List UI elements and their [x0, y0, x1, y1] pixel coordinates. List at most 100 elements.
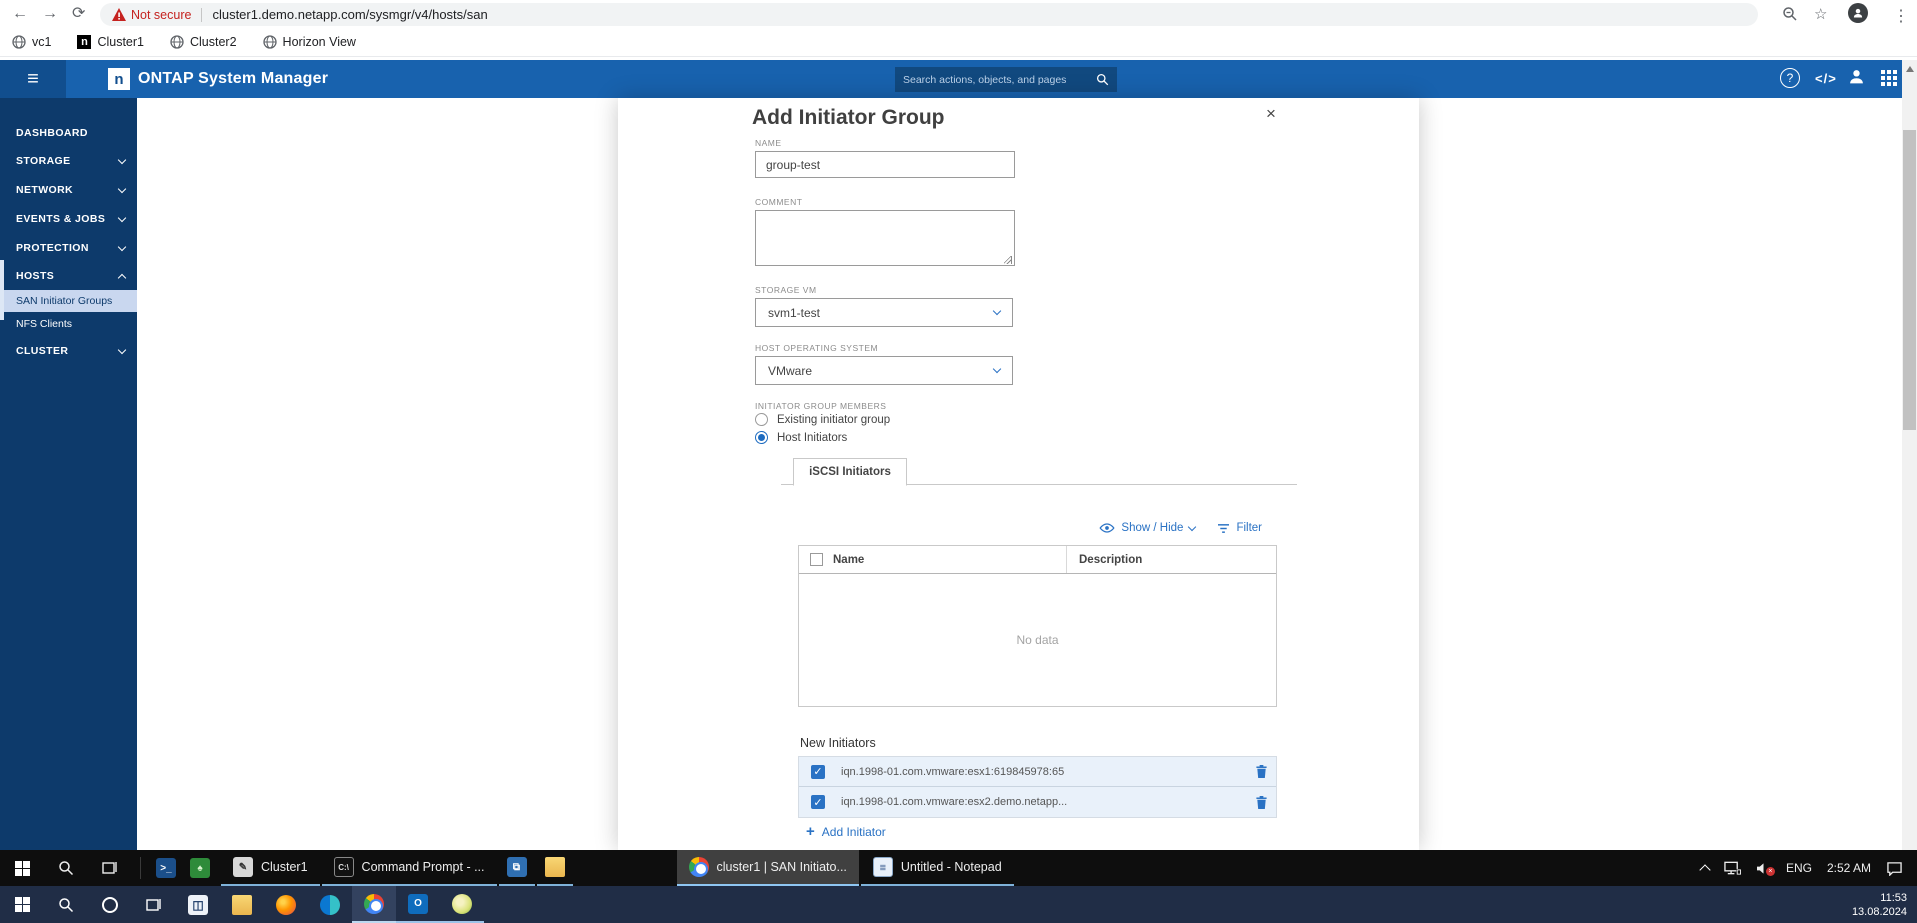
taskbar-button-edge[interactable]	[308, 886, 352, 923]
browser-menu-icon[interactable]: ⋮	[1893, 3, 1909, 30]
windows-logo-icon	[14, 860, 30, 876]
checked-checkbox[interactable]: ✓	[811, 764, 825, 779]
storage-vm-select[interactable]: svm1-test	[755, 298, 1013, 327]
delete-initiator-button[interactable]	[1246, 764, 1276, 779]
bookmark-cluster2[interactable]: Cluster2	[170, 35, 237, 49]
sidebar-item-hosts[interactable]: HOSTS	[0, 263, 137, 289]
start-button[interactable]	[0, 850, 44, 886]
sidebar-item-storage[interactable]: STORAGE	[0, 148, 137, 174]
textarea-resize-handle[interactable]	[1004, 256, 1012, 264]
address-divider	[201, 7, 203, 22]
taskbar-button-chrome-san-initiators[interactable]: cluster1 | SAN Initiato...	[676, 850, 859, 886]
taskbar-search-button[interactable]	[44, 886, 88, 923]
chevron-down-icon	[992, 306, 1002, 316]
start-button[interactable]	[0, 886, 44, 923]
filter-button[interactable]: Filter	[1217, 522, 1262, 534]
radio-existing-initiator-group[interactable]: Existing initiator group	[755, 413, 890, 426]
host-taskbar: ◫ O 11:53 13.08.2024	[0, 886, 1917, 923]
host-os-label: HOST OPERATING SYSTEM	[755, 343, 879, 353]
rest-api-icon[interactable]: </>	[1815, 68, 1837, 88]
name-input[interactable]	[755, 151, 1015, 178]
chevron-down-icon	[117, 155, 127, 164]
host-os-select[interactable]: VMware	[755, 356, 1013, 385]
sidebar-item-dashboard[interactable]: DASHBOARD	[0, 120, 137, 146]
browser-profile-avatar[interactable]	[1848, 3, 1868, 23]
tray-expand-icon[interactable]	[1699, 864, 1711, 876]
radio-host-initiators[interactable]: Host Initiators	[755, 431, 847, 444]
bookmark-label: Horizon View	[282, 34, 356, 49]
task-view-button[interactable]	[88, 850, 132, 886]
sidebar-item-protection[interactable]: PROTECTION	[0, 235, 137, 261]
taskbar-button-notepad[interactable]: ≣ Untitled - Notepad	[860, 850, 1014, 886]
bookmark-label: Cluster2	[190, 34, 237, 49]
list-item[interactable]: ✓ iqn.1998-01.com.vmware:esx2.demo.netap…	[799, 787, 1276, 817]
select-all-checkbox[interactable]	[809, 553, 823, 566]
volume-muted-icon[interactable]: ×	[1756, 862, 1775, 876]
taskbar-button-mremoteng[interactable]	[440, 886, 484, 923]
comment-textarea[interactable]	[755, 210, 1015, 266]
powershell-pinned-icon[interactable]: >_	[149, 850, 183, 886]
edge-icon	[320, 894, 340, 915]
bookmark-vc1[interactable]: vc1	[12, 35, 51, 49]
taskbar-button-cluster1[interactable]: ✎ Cluster1	[221, 850, 320, 886]
taskbar-button-firefox[interactable]	[264, 886, 308, 923]
sidebar-item-network[interactable]: NETWORK	[0, 177, 137, 203]
plus-icon: +	[806, 823, 815, 840]
checked-checkbox[interactable]: ✓	[811, 795, 825, 809]
apps-grid-icon[interactable]	[1881, 70, 1897, 86]
tab-iscsi-initiators[interactable]: iSCSI Initiators	[793, 458, 907, 486]
taskbar-button-outlook[interactable]: O	[396, 886, 440, 923]
browser-reload-icon[interactable]: ⟳	[72, 0, 85, 27]
cortana-button[interactable]	[88, 886, 132, 923]
close-icon[interactable]: ×	[1266, 104, 1276, 124]
user-icon[interactable]	[1848, 68, 1865, 85]
sidebar-item-cluster[interactable]: CLUSTER	[0, 338, 137, 364]
sidebar-item-nfs-clients[interactable]: NFS Clients	[0, 313, 137, 335]
task-view-button[interactable]	[132, 886, 176, 923]
list-item[interactable]: ✓ iqn.1998-01.com.vmware:esx1:619845978:…	[799, 757, 1276, 787]
person-icon	[1853, 8, 1863, 18]
browser-back-icon[interactable]: ←	[12, 0, 28, 27]
scrollbar-up-arrow[interactable]	[1906, 66, 1914, 72]
global-search[interactable]	[895, 67, 1117, 92]
sidebar-subitem-label: NFS Clients	[16, 318, 73, 330]
taskbar-button-file-explorer[interactable]	[220, 886, 264, 923]
action-center-icon[interactable]	[1886, 861, 1903, 876]
command-prompt-icon: C:\	[333, 857, 354, 877]
taskbar-button-file-explorer[interactable]	[536, 850, 573, 886]
browser-forward-icon[interactable]: →	[42, 0, 58, 27]
taskbar-button-virtualbox[interactable]: ◫	[176, 886, 220, 923]
search-icon[interactable]	[1096, 73, 1109, 86]
taskbar-button-command-prompt[interactable]: C:\ Command Prompt - ...	[321, 850, 497, 886]
bookmark-horizon-view[interactable]: Horizon View	[262, 34, 356, 49]
hamburger-menu-icon[interactable]: ≡	[0, 60, 66, 98]
address-bar[interactable]: Not secure cluster1.demo.netapp.com/sysm…	[100, 3, 1758, 26]
delete-initiator-button[interactable]	[1246, 795, 1276, 810]
taskbar-button-chrome[interactable]	[352, 886, 396, 923]
active-section-indicator	[0, 260, 4, 320]
network-icon[interactable]	[1724, 861, 1741, 875]
bookmark-cluster1[interactable]: n Cluster1	[77, 34, 144, 49]
column-header-name[interactable]: Name	[833, 554, 1066, 566]
chevron-up-icon	[117, 273, 127, 282]
bookmark-star-icon[interactable]: ☆	[1814, 1, 1827, 28]
page-zoom-icon[interactable]	[1782, 6, 1798, 22]
taskbar-button-remote-desktop[interactable]: ⧉	[498, 850, 535, 886]
sidebar-item-label: PROTECTION	[16, 242, 89, 254]
column-header-description[interactable]: Description	[1066, 546, 1142, 573]
language-indicator[interactable]: ENG	[1786, 861, 1812, 875]
green-app-pinned-icon[interactable]: ♠	[183, 850, 217, 886]
global-search-input[interactable]	[903, 73, 1096, 86]
bookmark-label: vc1	[32, 34, 52, 49]
sidebar-item-events-jobs[interactable]: EVENTS & JOBS	[0, 206, 137, 232]
taskbar-search-button[interactable]	[44, 850, 88, 886]
url-text[interactable]: cluster1.demo.netapp.com/sysmgr/v4/hosts…	[212, 7, 487, 22]
tray-clock[interactable]: 2:52 AM	[1827, 861, 1871, 875]
trash-icon	[1255, 765, 1267, 778]
sidebar-item-san-initiator-groups[interactable]: SAN Initiator Groups	[0, 290, 137, 312]
add-initiator-button[interactable]: + Add Initiator	[806, 823, 886, 840]
clock[interactable]: 11:53 13.08.2024	[1852, 886, 1917, 923]
scrollbar-thumb[interactable]	[1903, 130, 1916, 430]
show-hide-button[interactable]: Show / Hide	[1099, 522, 1197, 534]
help-icon[interactable]: ?	[1780, 68, 1800, 88]
